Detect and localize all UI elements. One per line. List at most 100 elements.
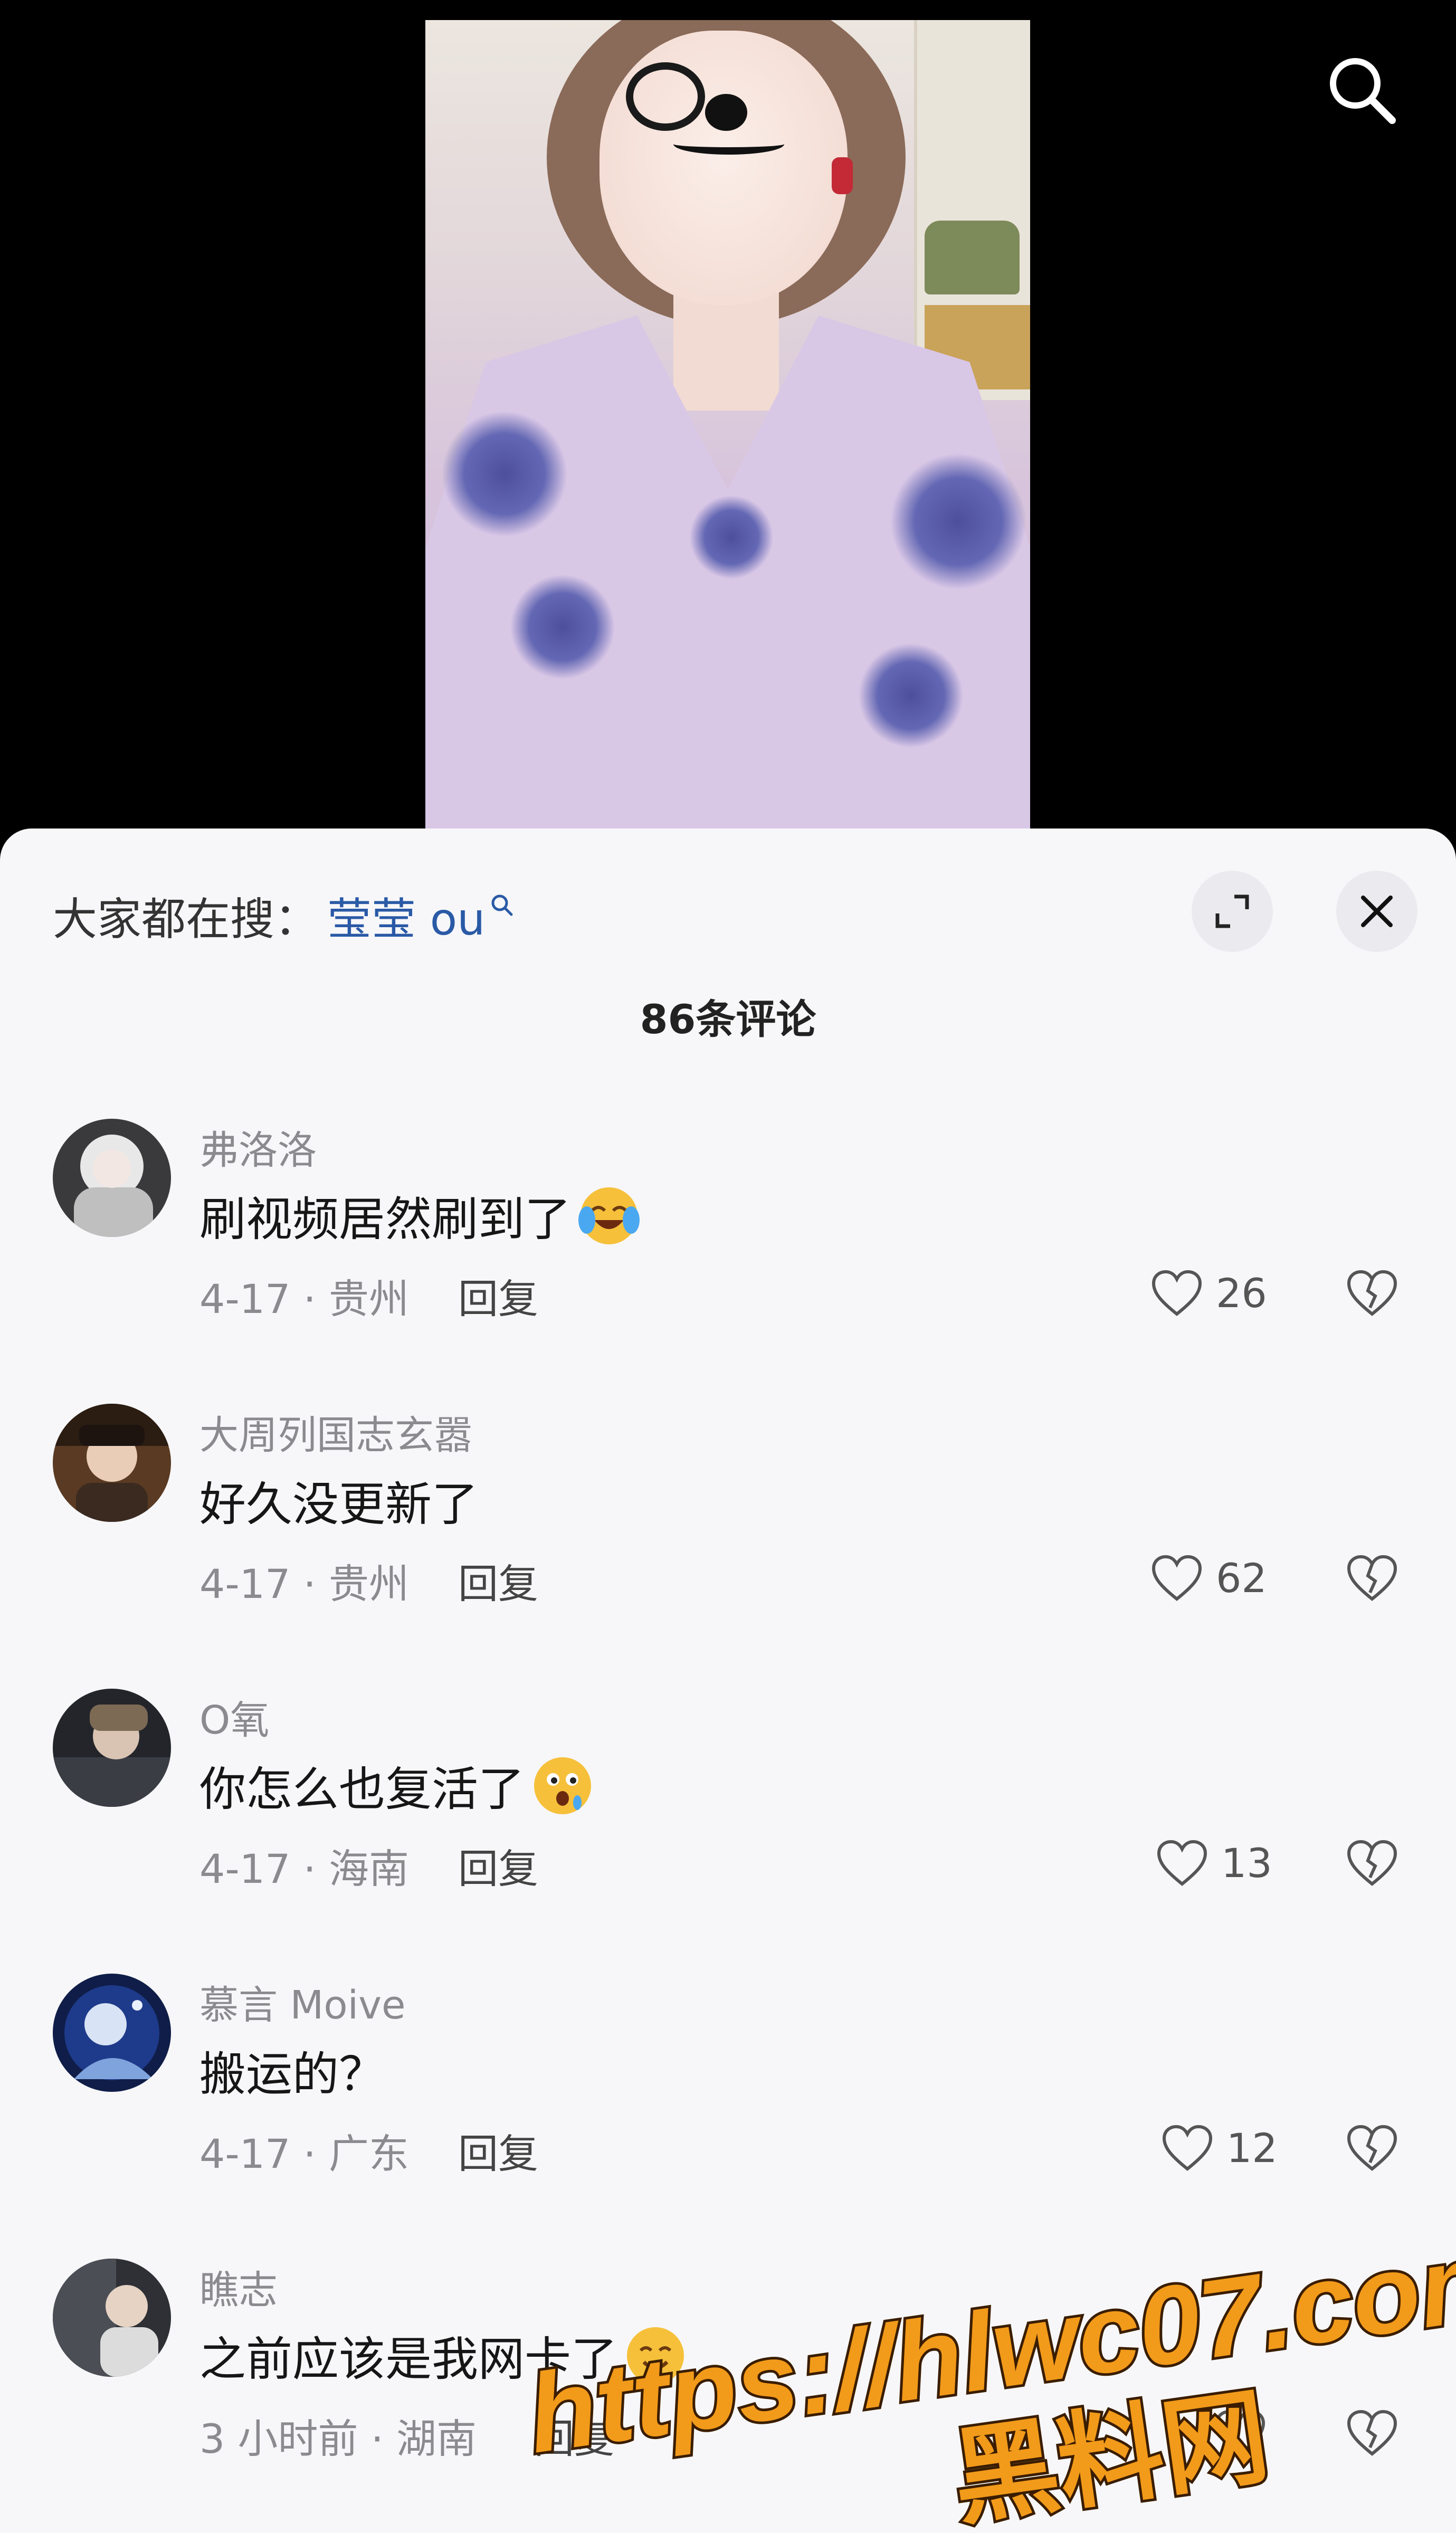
reply-button[interactable]: 回复 [458,1551,538,1610]
comment-meta: 4-17 · 贵州 [199,1266,409,1325]
like-count: 12 [1226,2124,1278,2172]
comment-meta: 4-17 · 广东 [199,2121,409,2179]
robe-flower-pattern [890,453,1027,590]
video-frame[interactable] [425,20,1030,865]
face-shape [599,31,848,305]
meta-separator: · [303,1845,316,1892]
comment-date: 3 小时前 [199,2415,358,2462]
dislike-button[interactable] [1340,1546,1404,1610]
expand-button[interactable] [1192,871,1273,952]
dislike-button[interactable] [1340,2401,1404,2464]
comment-meta: 3 小时前 · 湖南 [199,2406,477,2464]
meta-separator: · [303,1275,316,1322]
heart-icon [1157,1840,1207,1886]
earring [832,157,853,194]
like-count: 62 [1216,1554,1267,1602]
comment-meta: 4-17 · 海南 [199,1836,409,1894]
reply-button[interactable]: 回复 [458,1266,538,1325]
background-shelf [925,221,1020,294]
close-icon [1361,896,1393,927]
avatar[interactable] [53,2259,171,2377]
crying-laughing-emoji [578,1187,640,1244]
robe-flower-pattern [689,495,774,579]
comment-text: 搬运的？ [199,2037,385,2104]
heart-icon [1162,2125,1213,2171]
drawn-eye-ring [626,62,705,131]
comment-location: 贵州 [329,1560,409,1607]
broken-heart-icon [1347,1555,1397,1601]
broken-heart-icon [1347,1270,1397,1316]
app-screen: 大家都在搜： 莹莹 ou 86条评论 弗洛洛 刷视频居然刷到了 4-17 · 贵… [0,0,1456,2533]
broken-heart-icon [1347,2125,1397,2171]
robe-flower-pattern [441,411,568,537]
like-button[interactable] [1214,2401,1267,2464]
comment-text: 之前应该是我网卡了 [199,2322,688,2389]
heart-icon [1215,2410,1265,2456]
comment-text-content: 好久没更新了 [199,1477,479,1531]
comment-text-content: 刷视频居然刷到了 [199,1192,572,1246]
video-search-button[interactable] [1319,47,1404,132]
comment-author[interactable]: 大周列国志玄嚣 [199,1404,473,1460]
comment-author[interactable]: 慕言 Moive [199,1974,406,2030]
comment-location: 贵州 [329,1275,409,1322]
avatar[interactable] [53,1119,171,1237]
like-button[interactable]: 62 [1150,1546,1267,1610]
hot-search-term[interactable]: 莹莹 ou [327,884,485,948]
smiling-emoji [627,2327,684,2384]
robe-flower-pattern [510,574,615,680]
dislike-button[interactable] [1340,1831,1404,1894]
comment-location: 湖南 [396,2415,477,2462]
meta-separator: · [370,2415,384,2462]
like-button[interactable]: 12 [1161,2116,1278,2179]
reply-button[interactable]: 回复 [534,2406,614,2464]
comment-location: 广东 [329,2130,409,2177]
search-icon [1330,58,1396,124]
comment-author[interactable]: 弗洛洛 [199,1119,317,1175]
close-button[interactable] [1336,871,1417,952]
comment-date: 4-17 [199,1845,291,1892]
comment-count: 86条评论 [640,996,816,1043]
avatar[interactable] [53,1974,171,2092]
comment-text-content: 搬运的？ [199,2047,386,2101]
like-button[interactable]: 26 [1150,1261,1267,1325]
comment-location: 海南 [329,1845,409,1892]
comment-date: 4-17 [199,1275,291,1322]
comment-text-content: 之前应该是我网卡了 [199,2332,618,2386]
like-button[interactable]: 13 [1156,1831,1272,1894]
broken-heart-icon [1347,2410,1397,2456]
comment-item: 慕言 Moive 搬运的？ 4-17 · 广东 回复 12 [0,1963,1456,2248]
meta-separator: · [303,2130,316,2177]
broken-heart-icon [1347,1840,1397,1886]
comment-item: 瞧志 之前应该是我网卡了 3 小时前 · 湖南 回复 [0,2248,1456,2533]
hot-search-prefix: 大家都在搜： [53,893,319,945]
expand-icon [1215,894,1249,928]
comment-author[interactable]: 瞧志 [199,2259,278,2315]
drawn-mouth [673,134,784,155]
heart-icon [1152,1270,1202,1316]
avatar[interactable] [53,1689,171,1807]
dislike-button[interactable] [1340,2116,1404,2179]
comment-date: 4-17 [199,2130,291,2177]
reply-button[interactable]: 回复 [458,2121,538,2179]
surprised-emoji [534,1757,592,1814]
avatar[interactable] [53,1404,171,1522]
comment-item: 弗洛洛 刷视频居然刷到了 4-17 · 贵州 回复 26 [0,1108,1456,1393]
reply-button[interactable]: 回复 [458,1836,538,1894]
meta-separator: · [303,1560,316,1607]
like-count: 13 [1221,1839,1272,1887]
comment-text: 你怎么也复活了 [199,1752,595,1819]
comment-item: O氧 你怎么也复活了 4-17 · 海南 回复 13 [0,1678,1456,1963]
comment-text: 好久没更新了 [199,1467,478,1534]
video-player[interactable] [0,0,1456,865]
hot-search-bar[interactable]: 大家都在搜： 莹莹 ou [53,871,515,960]
robe-flower-pattern [858,643,964,748]
drawn-nose [705,94,747,131]
heart-icon [1152,1555,1202,1601]
search-icon [491,894,513,916]
comment-text: 刷视频居然刷到了 [199,1182,642,1249]
like-count: 26 [1216,1269,1267,1317]
dislike-button[interactable] [1340,1261,1404,1325]
comment-author[interactable]: O氧 [199,1689,269,1745]
comment-date: 4-17 [199,1560,291,1607]
comment-meta: 4-17 · 贵州 [199,1551,409,1610]
